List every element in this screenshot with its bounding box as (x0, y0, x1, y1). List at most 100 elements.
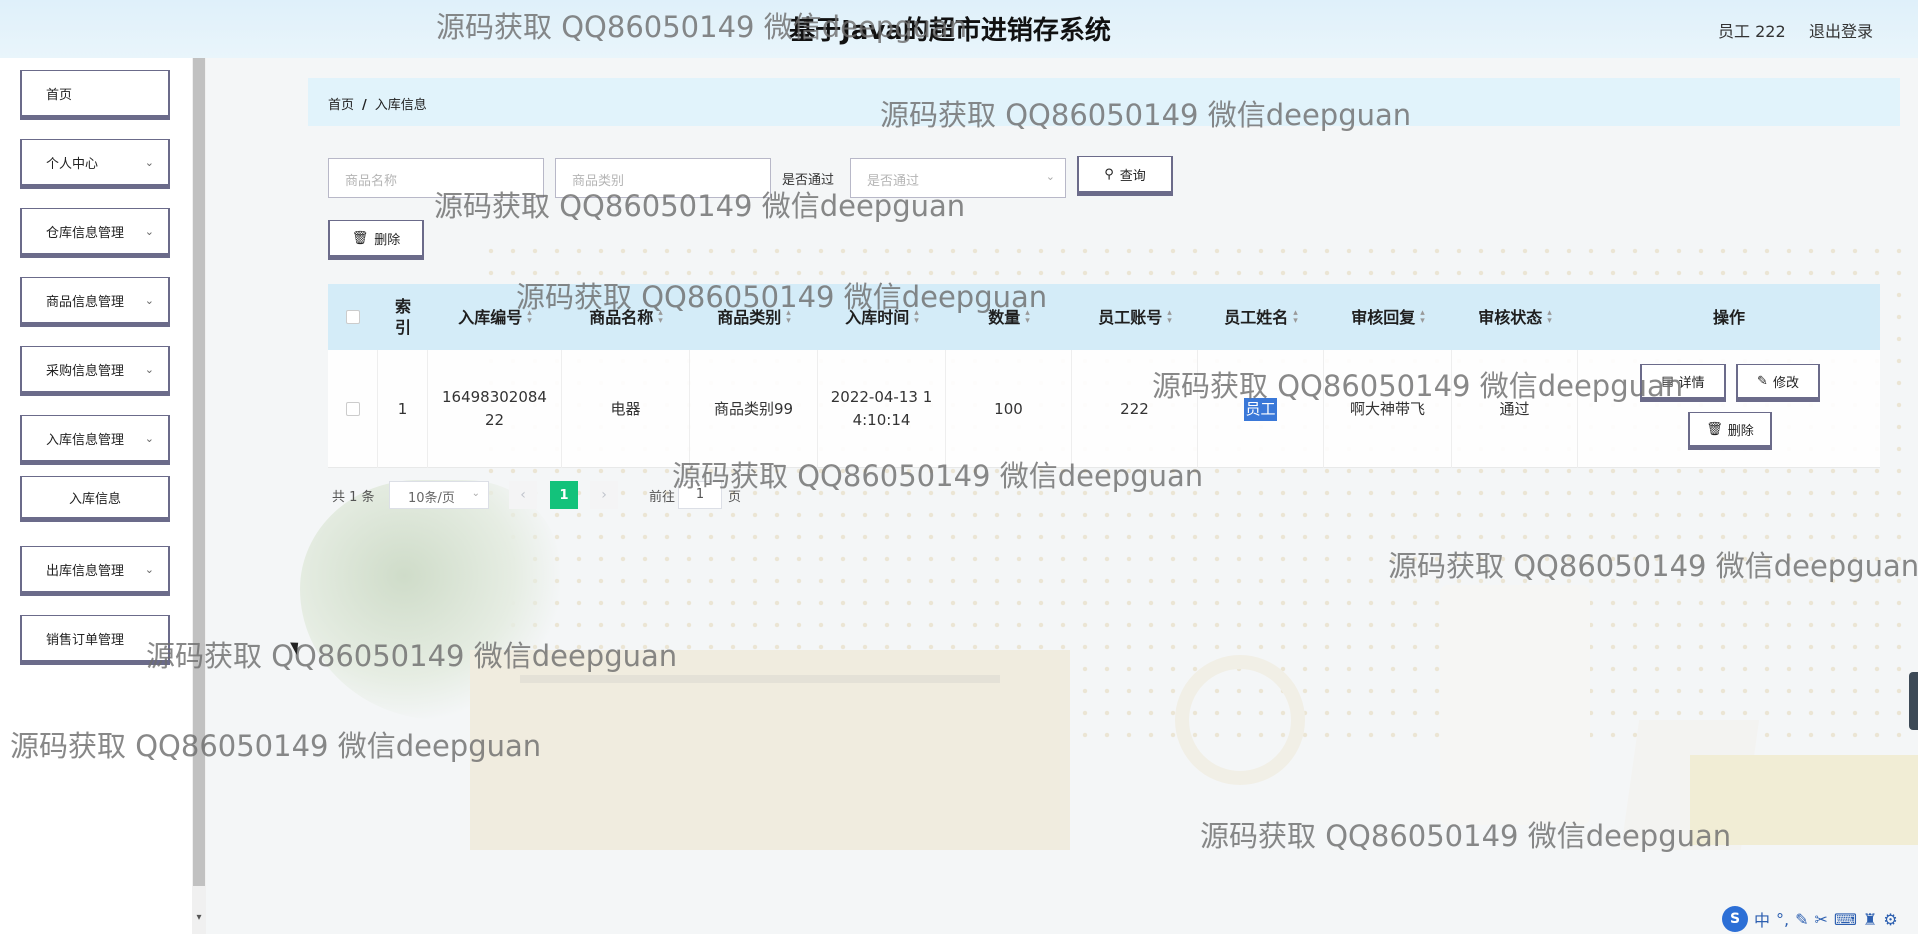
background-box-edge (520, 675, 1000, 683)
cell-time: 2022-04-13 14:10:14 (818, 350, 946, 468)
ime-pen-icon[interactable]: ✎ (1795, 910, 1808, 929)
row-delete-button[interactable]: 🗑 删除 (1688, 412, 1772, 450)
ime-toolbar[interactable]: S 中 °, ✎ ✂ ⌨ ♜ ⚙ (1722, 904, 1918, 934)
ime-language[interactable]: 中 (1754, 907, 1770, 931)
sidebar-item-warehouse[interactable]: 仓库信息管理 ⌄ (20, 208, 170, 258)
sidebar-item-personal-center[interactable]: 个人中心 ⌄ (20, 139, 170, 189)
column-header-quantity[interactable]: 数量 ▴ ▾ (946, 284, 1072, 350)
sort-icon[interactable]: ▴ ▾ (1547, 309, 1552, 326)
column-header-employee-name[interactable]: 员工姓名 ▴ ▾ (1198, 284, 1324, 350)
column-header-time[interactable]: 入库时间 ▴ ▾ (818, 284, 946, 350)
side-edge-tab[interactable] (1909, 672, 1918, 730)
breadcrumb-current: 入库信息 (374, 98, 427, 113)
sidebar-item-label: 销售订单管理 (46, 632, 125, 648)
goto-label: 前往 (649, 490, 676, 505)
sort-icon[interactable]: ▴ ▾ (786, 309, 791, 326)
sidebar-item-product[interactable]: 商品信息管理 ⌄ (20, 277, 170, 327)
cell-category: 商品类别99 (690, 350, 818, 468)
sidebar-scrollbar-thumb[interactable] (193, 58, 205, 886)
detail-button[interactable]: ▤ 详情 (1640, 364, 1726, 402)
column-header-name[interactable]: 商品名称 ▴ ▾ (562, 284, 690, 350)
goto-page-input[interactable]: 1 (678, 481, 722, 509)
breadcrumb-bar (308, 78, 1900, 126)
ime-scissors-icon[interactable]: ✂ (1815, 910, 1828, 929)
background-ring (1175, 655, 1305, 785)
search-icon: ⚲ (1104, 166, 1114, 182)
pass-filter-label: 是否通过 (782, 173, 835, 188)
select-all-checkbox[interactable] (346, 310, 360, 324)
column-header-reply[interactable]: 审核回复 ▴ ▾ (1324, 284, 1452, 350)
ime-logo-icon[interactable]: S (1722, 906, 1748, 932)
sort-icon[interactable]: ▴ ▾ (1167, 309, 1172, 326)
product-name-input[interactable]: 商品名称 (328, 158, 544, 198)
sidebar-item-sales-order[interactable]: 销售订单管理 (20, 615, 170, 665)
sidebar-item-label: 入库信息 (68, 491, 121, 507)
delete-button-label: 删除 (374, 232, 401, 248)
page-size-select[interactable]: 10条/页 ⌄ (389, 481, 489, 509)
sidebar-item-home[interactable]: 首页 (20, 70, 170, 120)
cell-code: 1649830208422 (428, 350, 562, 468)
sidebar-item-label: 仓库信息管理 (46, 225, 125, 241)
row-checkbox[interactable] (345, 402, 360, 416)
page-number-current[interactable]: 1 (550, 481, 578, 509)
top-header: 基于Java的超市进销存系统 员工 222 退出登录 (0, 0, 1918, 58)
column-header-category[interactable]: 商品类别 ▴ ▾ (690, 284, 818, 350)
chevron-down-icon: ⌄ (144, 432, 154, 445)
sidebar-item-stock-out[interactable]: 出库信息管理 ⌄ (20, 546, 170, 596)
ime-gear-icon[interactable]: ⚙ (1883, 910, 1897, 929)
chevron-down-icon: ⌄ (144, 156, 154, 169)
sort-icon[interactable]: ▴ ▾ (1420, 309, 1425, 326)
cell-employee-name: 员工 (1198, 350, 1324, 468)
chevron-right-icon: › (601, 487, 607, 503)
page-size-value: 10条/页 (408, 491, 455, 506)
breadcrumb-home[interactable]: 首页 (328, 98, 354, 113)
sidebar-item-purchase[interactable]: 采购信息管理 ⌄ (20, 346, 170, 396)
ime-keyboard-icon[interactable]: ⌨ (1834, 910, 1857, 929)
query-button[interactable]: ⚲ 查询 (1077, 156, 1173, 196)
cell-index: 1 (378, 350, 428, 468)
detail-button-label: 详情 (1678, 375, 1705, 391)
chevron-left-icon: ‹ (520, 487, 526, 503)
row-delete-label: 删除 (1727, 423, 1754, 439)
ime-punctuation-icon[interactable]: °, (1776, 910, 1789, 929)
column-header-account[interactable]: 员工账号 ▴ ▾ (1072, 284, 1198, 350)
select-all-cell[interactable] (328, 284, 378, 350)
sidebar-subitem-stock-in-info[interactable]: 入库信息 (20, 476, 170, 522)
sort-icon[interactable]: ▴ ▾ (527, 309, 532, 326)
background-cylinder (1440, 585, 1590, 825)
product-category-input[interactable]: 商品类别 (555, 158, 771, 198)
ime-shirt-icon[interactable]: ♜ (1863, 910, 1877, 929)
column-header-index: 索引 (394, 297, 411, 337)
column-header-actions: 操作 (1712, 307, 1745, 327)
chevron-down-icon: ⌄ (471, 488, 480, 499)
column-header-code[interactable]: 入库编号 ▴ ▾ (428, 284, 562, 350)
input-placeholder: 商品类别 (572, 174, 625, 189)
edit-pen-icon: ✎ (1757, 373, 1768, 389)
cell-reply: 啊大神带飞 (1324, 350, 1452, 468)
input-placeholder: 商品名称 (345, 174, 398, 189)
chevron-down-icon: ⌄ (144, 363, 154, 376)
sidebar-item-stock-in[interactable]: 入库信息管理 ⌄ (20, 415, 170, 465)
site-title: 基于Java的超市进销存系统 (789, 16, 1111, 46)
breadcrumb-separator: / (362, 98, 367, 113)
column-header-status[interactable]: 审核状态 ▴ ▾ (1452, 284, 1578, 350)
sidebar-item-label: 采购信息管理 (46, 363, 125, 379)
sort-icon[interactable]: ▴ ▾ (1293, 309, 1298, 326)
sort-icon[interactable]: ▴ ▾ (1025, 309, 1030, 326)
cell-quantity: 100 (946, 350, 1072, 468)
prev-page-button[interactable]: ‹ (509, 481, 537, 509)
trash-icon: 🗑 (1706, 421, 1723, 437)
row-select-cell[interactable] (328, 350, 378, 468)
edit-button-label: 修改 (1772, 375, 1799, 391)
pass-filter-select[interactable]: 是否通过 ⌄ (850, 158, 1066, 198)
batch-delete-button[interactable]: 🗑 删除 (328, 220, 424, 260)
sort-icon[interactable]: ▴ ▾ (658, 309, 663, 326)
chevron-down-icon: ⌄ (144, 563, 154, 576)
logout-link[interactable]: 退出登录 (1809, 18, 1873, 42)
scroll-down-arrow-icon[interactable]: ▾ (193, 912, 205, 930)
edit-button[interactable]: ✎ 修改 (1736, 364, 1820, 402)
sidebar-item-label: 商品信息管理 (46, 294, 125, 310)
next-page-button[interactable]: › (590, 481, 618, 509)
sort-icon[interactable]: ▴ ▾ (914, 309, 919, 326)
chevron-down-icon: ⌄ (1045, 170, 1055, 183)
